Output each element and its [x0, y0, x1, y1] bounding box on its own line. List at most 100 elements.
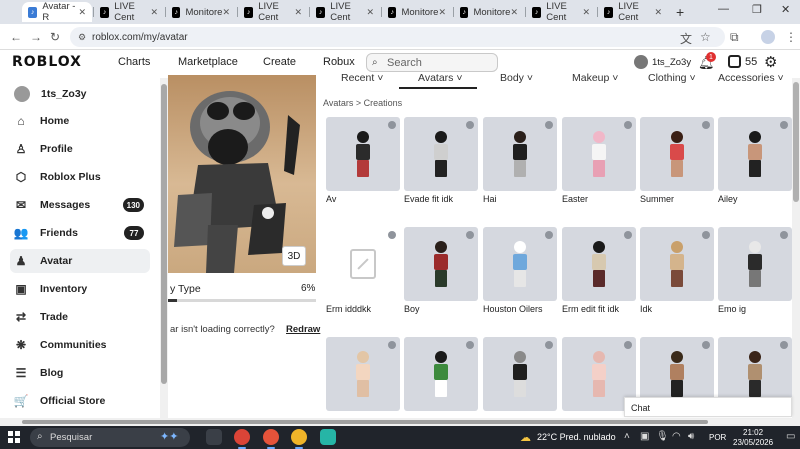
- clock[interactable]: 21:02 23/05/2026: [733, 428, 773, 448]
- notifications-icon[interactable]: ▭: [786, 431, 795, 442]
- card-options-icon[interactable]: [466, 121, 474, 129]
- minimize-button[interactable]: —: [718, 3, 729, 15]
- nav-robux[interactable]: Robux: [323, 56, 355, 68]
- card-options-icon[interactable]: [466, 231, 474, 239]
- extensions-icon[interactable]: ⧉: [730, 30, 739, 45]
- card-options-icon[interactable]: [780, 341, 788, 349]
- browser-profile-icon[interactable]: [761, 30, 775, 44]
- close-tab-icon[interactable]: ✕: [294, 7, 302, 18]
- avatar-preview[interactable]: [168, 75, 316, 273]
- sidebar-item-communities[interactable]: ❋ Communities: [10, 333, 150, 357]
- avatar-card[interactable]: [483, 117, 557, 191]
- site-info-icon[interactable]: ⚙: [78, 32, 86, 43]
- card-options-icon[interactable]: [624, 121, 632, 129]
- sidebar-scrollbar[interactable]: [160, 78, 168, 418]
- back-icon[interactable]: ←: [10, 30, 22, 44]
- close-tab-icon[interactable]: ✕: [78, 7, 86, 18]
- translate-icon[interactable]: 文: [680, 30, 692, 47]
- robux-icon[interactable]: [728, 55, 741, 68]
- close-tab-icon[interactable]: ✕: [438, 7, 446, 18]
- page-scroll-thumb[interactable]: [793, 82, 799, 202]
- browser-tab[interactable]: ♪ Avatar - R ✕: [22, 1, 92, 23]
- tab-accessories[interactable]: Accessories ˅: [718, 72, 784, 84]
- avatar-card-name[interactable]: Evade fit idk: [404, 194, 453, 204]
- windows-start-icon[interactable]: [8, 431, 20, 443]
- card-options-icon[interactable]: [702, 341, 710, 349]
- bookmark-star-icon[interactable]: ☆: [700, 30, 711, 44]
- card-options-icon[interactable]: [624, 231, 632, 239]
- wifi-icon[interactable]: ◠: [672, 431, 681, 442]
- chrome-profile-2-icon[interactable]: [263, 429, 279, 449]
- avatar-card[interactable]: [718, 227, 792, 301]
- card-options-icon[interactable]: [624, 341, 632, 349]
- browser-tab[interactable]: ♪ LIVE Cent ✕: [526, 1, 596, 23]
- header-username[interactable]: 1ts_Zo3y: [652, 57, 691, 68]
- avatar-card-name[interactable]: Emo ig: [718, 304, 746, 314]
- redraw-link[interactable]: Redraw: [286, 324, 320, 335]
- browser-menu-icon[interactable]: ⋮: [785, 30, 797, 44]
- search-input[interactable]: Search: [366, 53, 498, 72]
- language-indicator[interactable]: POR: [709, 433, 726, 442]
- avatar-card[interactable]: [718, 117, 792, 191]
- weather-icon[interactable]: ☁: [520, 431, 531, 444]
- tray-app-icon[interactable]: ▣: [640, 431, 649, 442]
- chrome-icon[interactable]: [234, 429, 250, 449]
- avatar-card[interactable]: [562, 227, 636, 301]
- close-tab-icon[interactable]: ✕: [150, 7, 158, 18]
- close-tab-icon[interactable]: ✕: [582, 7, 590, 18]
- close-window-button[interactable]: ✕: [781, 3, 790, 16]
- chrome-profile-3-icon[interactable]: [291, 429, 307, 449]
- browser-tab[interactable]: ♪ LIVE Cent ✕: [94, 1, 164, 23]
- chat-panel[interactable]: Chat: [624, 397, 792, 417]
- page-scrollbar[interactable]: [792, 78, 800, 418]
- avatar-card-name[interactable]: Houston Oilers: [483, 304, 543, 314]
- horizontal-scroll-thumb[interactable]: [22, 420, 708, 424]
- avatar-card-name[interactable]: Summer: [640, 194, 674, 204]
- tray-chevron-icon[interactable]: ˄: [624, 431, 630, 442]
- close-tab-icon[interactable]: ✕: [510, 7, 518, 18]
- sidebar-scroll-thumb[interactable]: [161, 84, 167, 384]
- sidebar-item-friends[interactable]: 👥 Friends 77: [10, 221, 150, 245]
- card-options-icon[interactable]: [388, 341, 396, 349]
- avatar-card-name[interactable]: Av: [326, 194, 336, 204]
- forward-icon[interactable]: →: [30, 30, 42, 44]
- sidebar-item-home[interactable]: ⌂ Home: [10, 109, 150, 133]
- copilot-sparkle-icon[interactable]: ✦✦: [160, 430, 178, 443]
- card-options-icon[interactable]: [545, 231, 553, 239]
- task-view-icon[interactable]: [206, 429, 222, 445]
- browser-tab[interactable]: ♪ LIVE Cent ✕: [238, 1, 308, 23]
- maximize-button[interactable]: ❐: [752, 3, 762, 16]
- volume-icon[interactable]: 🔊︎: [688, 431, 694, 442]
- card-options-icon[interactable]: [545, 121, 553, 129]
- avatar-card[interactable]: [404, 117, 478, 191]
- avatar-card-name[interactable]: Boy: [404, 304, 420, 314]
- toggle-3d-button[interactable]: 3D: [282, 246, 306, 266]
- app-icon[interactable]: [320, 429, 336, 445]
- roblox-logo[interactable]: ROBLOX: [12, 54, 82, 70]
- card-options-icon[interactable]: [545, 341, 553, 349]
- card-options-icon[interactable]: [702, 121, 710, 129]
- card-options-icon[interactable]: [780, 121, 788, 129]
- nav-create[interactable]: Create: [263, 56, 296, 68]
- sidebar-item-inventory[interactable]: ▣ Inventory: [10, 277, 150, 301]
- sidebar-item-messages[interactable]: ✉ Messages 130: [10, 193, 150, 217]
- avatar-card-name[interactable]: Erm edit fit idk: [562, 304, 619, 314]
- tab-clothing[interactable]: Clothing ˅: [648, 72, 696, 84]
- card-options-icon[interactable]: [702, 231, 710, 239]
- weather-text[interactable]: 22°C Pred. nublado: [537, 432, 616, 442]
- tab-avatars[interactable]: Avatars ˅: [418, 72, 462, 84]
- nav-marketplace[interactable]: Marketplace: [178, 56, 238, 68]
- avatar-card[interactable]: [483, 337, 557, 411]
- browser-tab[interactable]: ♪ Monitore ✕: [454, 2, 524, 22]
- tab-makeup[interactable]: Makeup ˅: [572, 72, 618, 84]
- avatar-card-name[interactable]: Erm idddkk: [326, 304, 371, 314]
- sidebar-item-profile[interactable]: ♙ Profile: [10, 137, 150, 161]
- header-avatar[interactable]: [634, 55, 648, 69]
- reload-icon[interactable]: ↻: [50, 30, 60, 44]
- url-field[interactable]: roblox.com/my/avatar: [70, 27, 725, 47]
- avatar-card[interactable]: [326, 117, 400, 191]
- avatar-card[interactable]: [562, 117, 636, 191]
- settings-gear-icon[interactable]: ⚙: [764, 53, 777, 71]
- sidebar-item-roblox-plus[interactable]: ⬡ Roblox Plus: [10, 165, 150, 189]
- new-tab-button[interactable]: +: [676, 4, 684, 20]
